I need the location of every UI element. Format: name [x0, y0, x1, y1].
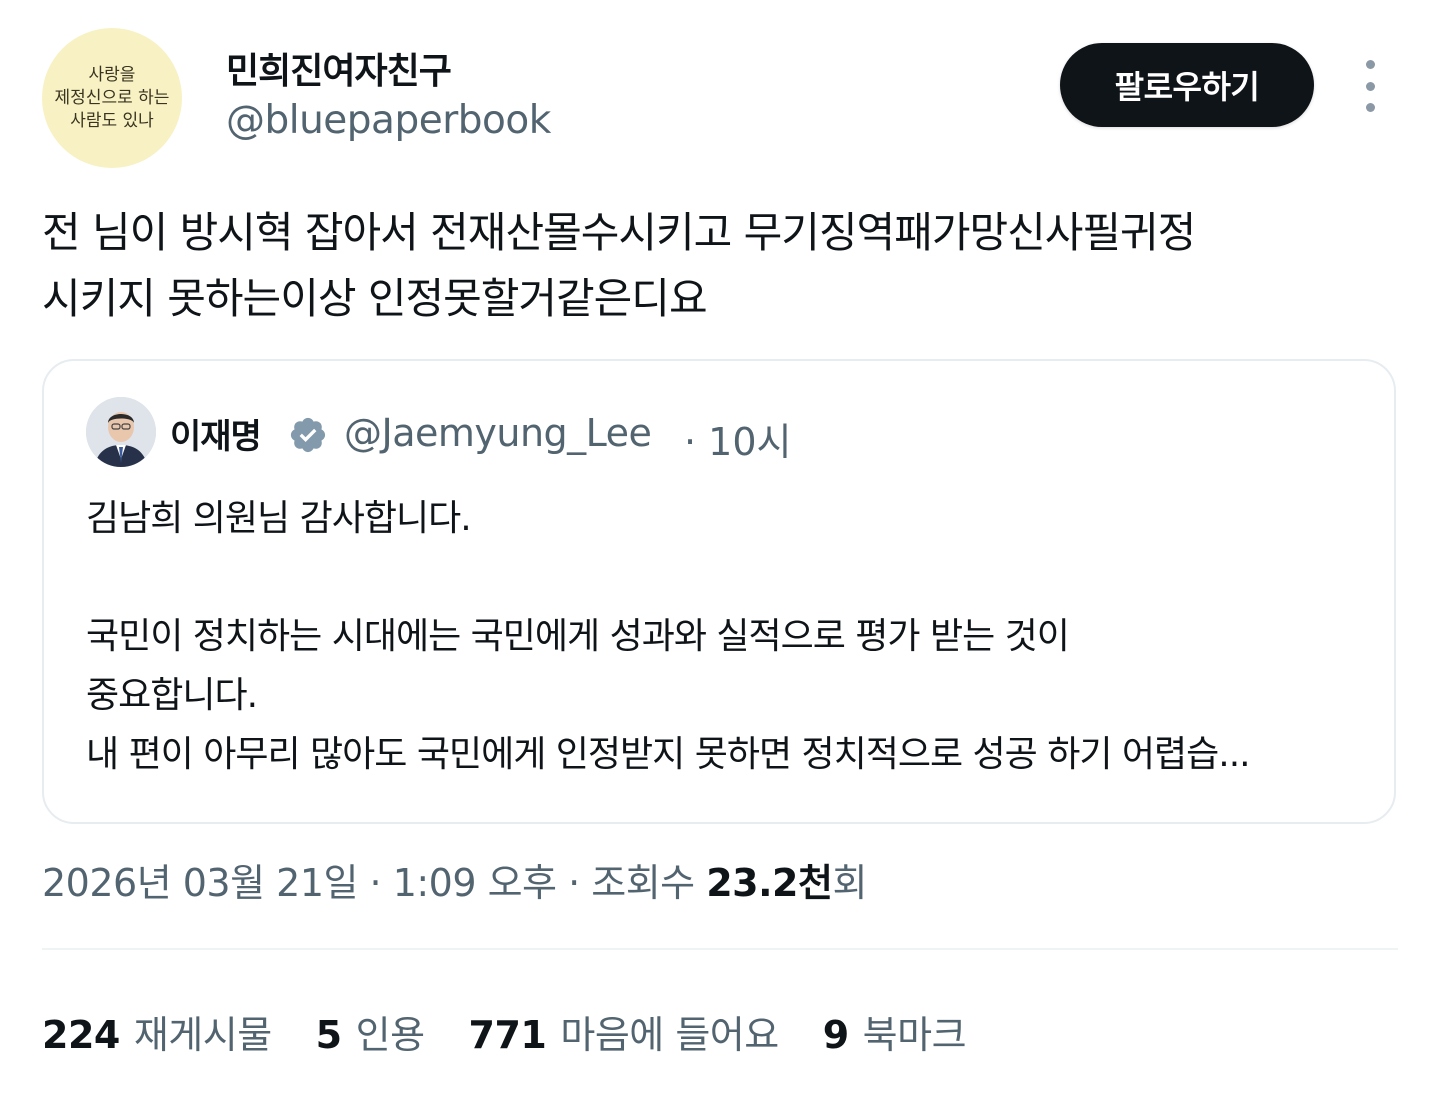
tweet-meta: 2026년 03월 21일 · 1:09 오후 · 조회수 23.2천회 [42, 852, 867, 907]
stat-label: 마음에 들어요 [560, 1013, 779, 1057]
stat-quotes[interactable]: 5 인용 [316, 1004, 425, 1059]
quoted-tweet-text: 김남희 의원님 감사합니다. 국민이 정치하는 시대에는 국민에게 성과와 실적… [86, 498, 1251, 775]
author-display-name[interactable]: 민희진여자친구 [226, 42, 452, 94]
stat-count: 9 [822, 1013, 849, 1057]
stat-count: 224 [42, 1013, 120, 1057]
avatar-text-line: 제정신으로 하는 [54, 87, 170, 108]
more-dot [1365, 60, 1375, 69]
follow-button[interactable]: 팔로우하기 [1060, 43, 1314, 127]
quoted-tweet-time[interactable]: · 10시 [684, 411, 791, 466]
stat-likes[interactable]: 771 마음에 들어요 [468, 1004, 780, 1059]
more-dot [1365, 81, 1375, 91]
divider [42, 948, 1398, 950]
stat-reposts[interactable]: 224 재게시물 [42, 1004, 272, 1059]
more-vertical-icon[interactable] [1352, 60, 1388, 112]
quoted-tweet-card[interactable]: 이재명 @Jaemyung_Lee · 10시 김남희 의원님 감사합니다. 국… [42, 359, 1396, 824]
stat-label: 북마크 [862, 1013, 967, 1057]
view-count-suffix: 회 [832, 861, 867, 905]
stat-label: 재게시물 [133, 1013, 272, 1057]
engagement-stats: 224 재게시물 5 인용 771 마음에 들어요 9 북마크 [42, 1004, 967, 1059]
quoted-author-avatar[interactable] [86, 397, 156, 467]
stat-label: 인용 [355, 1013, 425, 1057]
tweet-text: 전 님이 방시혁 잡아서 전재산몰수시키고 무기징역패가망신사필귀정 시키지 못… [42, 208, 1196, 323]
avatar-text-line: 사람도 있나 [70, 110, 154, 131]
author-handle[interactable]: @bluepaperbook [226, 98, 551, 143]
stat-count: 771 [468, 1013, 547, 1057]
author-avatar[interactable]: 사랑을 제정신으로 하는 사람도 있나 [42, 28, 182, 168]
stat-bookmarks[interactable]: 9 북마크 [822, 1004, 967, 1059]
person-avatar-icon [86, 397, 156, 467]
verified-badge-icon [290, 417, 326, 453]
more-dot [1365, 103, 1375, 112]
quoted-author-name[interactable]: 이재명 [170, 409, 262, 458]
avatar-text-line: 사랑을 [88, 64, 136, 85]
quoted-author-handle[interactable]: @Jaemyung_Lee [344, 411, 652, 455]
view-count: 23.2천 [706, 861, 833, 905]
tweet-timestamp[interactable]: 2026년 03월 21일 · 1:09 오후 · 조회수 [42, 861, 706, 905]
stat-count: 5 [315, 1013, 342, 1057]
